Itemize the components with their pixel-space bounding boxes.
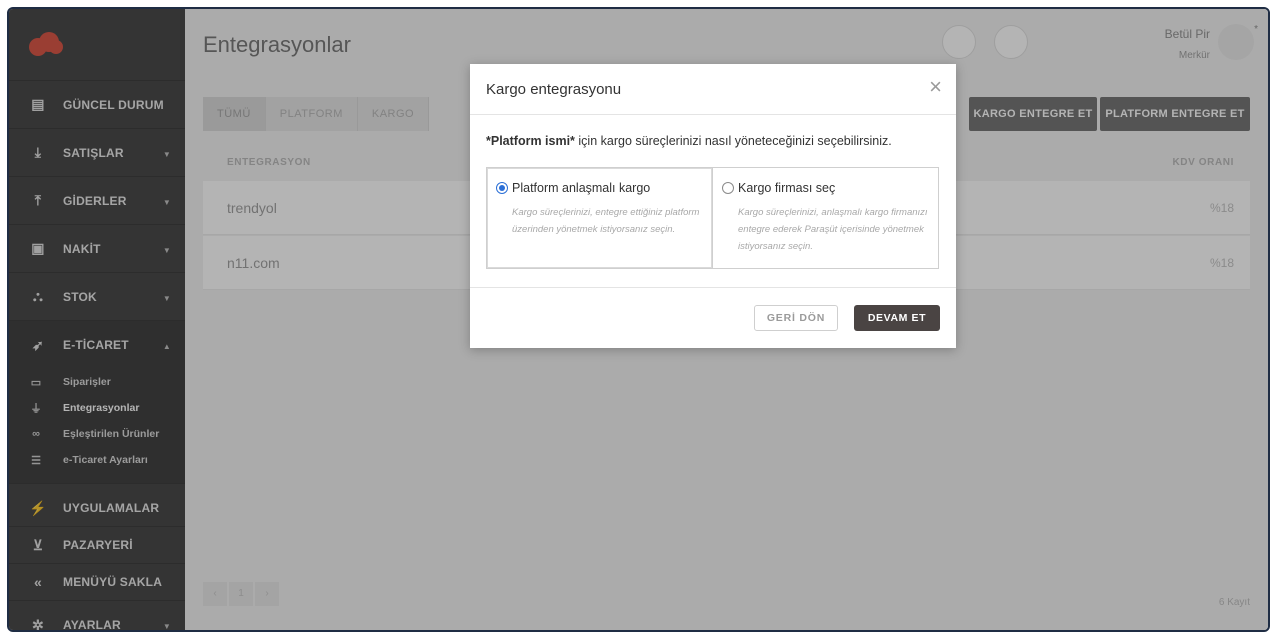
modal-header: Kargo entegrasyonu × xyxy=(470,64,956,115)
devam-et-button[interactable]: DEVAM ET xyxy=(854,305,940,331)
option-description: Kargo süreçlerinizi, anlaşmalı kargo fir… xyxy=(738,207,928,252)
option-description: Kargo süreçlerinizi, entegre ettiğiniz p… xyxy=(512,207,700,235)
radio-button[interactable] xyxy=(722,182,734,194)
kargo-options: Platform anlaşmalı kargo Kargo süreçleri… xyxy=(486,167,939,269)
option-kargo-firmasi-sec[interactable]: Kargo firması seç Kargo süreçlerinizi, a… xyxy=(712,168,938,268)
platform-name-placeholder: *Platform ismi* xyxy=(486,134,575,148)
option-title: Platform anlaşmalı kargo xyxy=(512,181,651,195)
option-title: Kargo firması seç xyxy=(738,181,836,195)
option-platform-anlasmali-kargo[interactable]: Platform anlaşmalı kargo Kargo süreçleri… xyxy=(487,168,712,268)
description-text: için kargo süreçlerinizi nasıl yöneteceğ… xyxy=(574,134,892,148)
radio-button-selected[interactable] xyxy=(496,182,508,194)
modal-footer: GERİ DÖN DEVAM ET xyxy=(470,287,956,348)
app-window: ▤ GÜNCEL DURUM ⤓ SATIŞLAR ▼ ⤒ GİDERLER ▼… xyxy=(7,7,1270,632)
modal-description: *Platform ismi* için kargo süreçlerinizi… xyxy=(486,134,892,148)
modal-title: Kargo entegrasyonu xyxy=(486,81,622,98)
geri-don-button[interactable]: GERİ DÖN xyxy=(754,305,838,331)
kargo-entegrasyonu-modal: Kargo entegrasyonu × *Platform ismi* içi… xyxy=(470,64,956,348)
close-icon[interactable]: × xyxy=(929,76,942,98)
